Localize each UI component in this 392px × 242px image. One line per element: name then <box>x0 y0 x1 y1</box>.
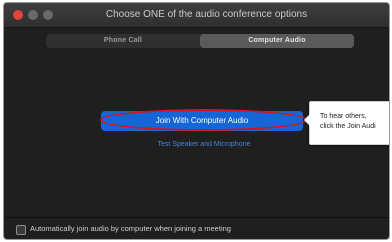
test-speaker-microphone-link[interactable]: Test Speaker and Microphone <box>124 141 284 148</box>
title-bar: Choose ONE of the audio conference optio… <box>4 3 389 28</box>
auto-join-checkbox[interactable] <box>16 225 26 235</box>
tab-phone-call[interactable]: Phone Call <box>46 34 200 48</box>
close-window-button[interactable] <box>13 10 23 20</box>
window-title: Choose ONE of the audio conference optio… <box>105 9 308 20</box>
tab-computer-audio[interactable]: Computer Audio <box>200 34 354 48</box>
audio-option-tabs: Phone Call Computer Audio <box>46 34 354 48</box>
audio-options-dialog: Choose ONE of the audio conference optio… <box>3 2 390 240</box>
tooltip-text-line-1: To hear others, <box>320 113 367 120</box>
tooltip-text-line-2: click the Join Audi <box>320 123 376 130</box>
auto-join-label[interactable]: Automatically join audio by computer whe… <box>30 224 231 233</box>
minimize-window-button[interactable] <box>28 10 38 20</box>
zoom-window-button[interactable] <box>43 10 53 20</box>
join-computer-audio-button[interactable]: Join With Computer Audio <box>101 111 303 131</box>
join-audio-tooltip: To hear others, click the Join Audi <box>304 101 389 145</box>
footer-divider <box>4 217 389 218</box>
